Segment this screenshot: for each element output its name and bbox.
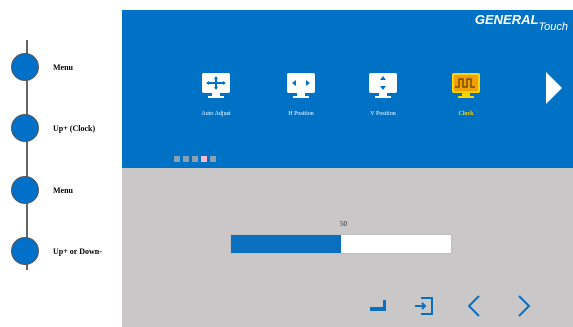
page-dot: [210, 156, 216, 162]
step-dot: [11, 237, 39, 265]
step-up-or-down: Up+ or Down-: [11, 237, 102, 265]
menu-item-clock[interactable]: Clock: [426, 72, 506, 117]
auto-adjust-icon: [202, 73, 230, 98]
page-dot: [183, 156, 189, 162]
step-label: Menu: [53, 185, 73, 195]
v-position-icon: [369, 73, 397, 98]
step-label: Menu: [53, 62, 73, 72]
step-label: Up+ or Down-: [53, 246, 102, 256]
brand-suffix: Touch: [538, 21, 568, 33]
menu-item-h-position[interactable]: H Position: [261, 72, 341, 117]
menu-item-label: Auto Adjust: [201, 111, 231, 117]
next-page-arrow-icon[interactable]: [546, 72, 562, 104]
h-position-icon: [287, 73, 315, 98]
enter-icon[interactable]: [366, 294, 390, 318]
osd-panel: GENERALTouch Auto Adjust H Position V Po…: [122, 10, 573, 327]
page-dot: [192, 156, 198, 162]
step-up-clock: Up+ (Clock): [11, 114, 95, 142]
step-menu-1: Menu: [11, 53, 73, 81]
step-dot: [11, 53, 39, 81]
brand-logo: GENERALTouch: [474, 12, 568, 33]
menu-item-label: H Position: [288, 111, 314, 117]
osd-menu-area: GENERALTouch Auto Adjust H Position V Po…: [122, 10, 573, 168]
slider-value: 50: [340, 220, 347, 228]
brand-name: GENERAL: [474, 12, 539, 27]
step-menu-2: Menu: [11, 176, 73, 204]
slider-fill: [231, 235, 341, 253]
right-arrow-icon[interactable]: [511, 294, 535, 318]
clock-icon: [452, 73, 480, 98]
step-label: Up+ (Clock): [53, 123, 96, 133]
left-arrow-icon[interactable]: [463, 294, 487, 318]
page-dot: [174, 156, 180, 162]
page-indicator: [174, 156, 216, 162]
exit-icon[interactable]: [412, 294, 436, 318]
menu-item-label: Clock: [458, 111, 474, 117]
menu-item-label: V Position: [370, 111, 396, 117]
clock-slider[interactable]: [230, 234, 452, 254]
step-dot: [11, 176, 39, 204]
page-dot-active: [201, 156, 207, 162]
menu-item-v-position[interactable]: V Position: [343, 72, 423, 117]
step-dot: [11, 114, 39, 142]
menu-item-auto-adjust[interactable]: Auto Adjust: [176, 72, 256, 117]
